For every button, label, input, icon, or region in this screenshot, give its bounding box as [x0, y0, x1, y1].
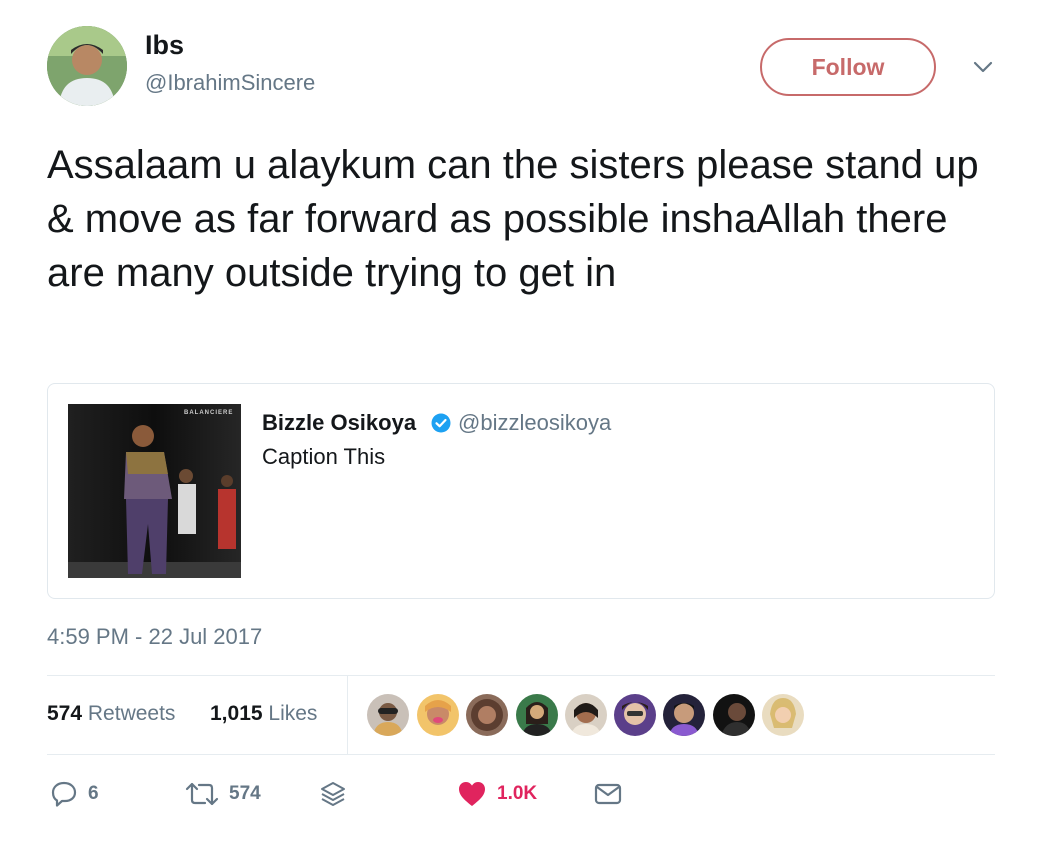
- follow-button[interactable]: Follow: [760, 38, 936, 96]
- direct-message-button[interactable]: [594, 778, 622, 810]
- stats-divider: [347, 676, 348, 754]
- divider: [47, 675, 995, 676]
- retweet-icon: [185, 782, 219, 806]
- quoted-photo: [68, 404, 241, 578]
- retweets-count: 574: [47, 702, 83, 725]
- retweet-button[interactable]: 574: [185, 778, 261, 810]
- like-count: 1.0K: [497, 783, 538, 804]
- heart-icon: [459, 782, 485, 806]
- reply-button[interactable]: 6: [50, 778, 99, 810]
- liker-avatar[interactable]: [417, 694, 459, 736]
- add-to-moment-button[interactable]: [318, 778, 348, 810]
- like-button[interactable]: 1.0K: [457, 778, 537, 810]
- liker-avatar[interactable]: [762, 694, 804, 736]
- liker-avatar[interactable]: [663, 694, 705, 736]
- likes-stat[interactable]: 1,015 Likes: [210, 702, 317, 726]
- reply-count: 6: [88, 783, 99, 804]
- liker-avatar[interactable]: [516, 694, 558, 736]
- reply-icon: [51, 781, 77, 807]
- divider: [47, 754, 995, 755]
- liker-avatar[interactable]: [614, 694, 656, 736]
- envelope-icon: [594, 783, 622, 805]
- verified-icon: [431, 413, 451, 433]
- quoted-tweet-image[interactable]: BALANCIERE: [68, 404, 241, 578]
- likes-label: Likes: [268, 702, 318, 725]
- quoted-author-handle[interactable]: @bizzleosikoya: [458, 410, 611, 436]
- author-display-name[interactable]: Ibs: [145, 30, 184, 61]
- liker-avatar[interactable]: [565, 694, 607, 736]
- retweets-stat[interactable]: 574 Retweets: [47, 702, 175, 726]
- tweet-timestamp[interactable]: 4:59 PM - 22 Jul 2017: [47, 624, 262, 650]
- liker-avatar[interactable]: [367, 694, 409, 736]
- likes-count: 1,015: [210, 702, 263, 725]
- tweet-text: Assalaam u alaykum can the sisters pleas…: [47, 143, 979, 295]
- author-avatar[interactable]: [47, 26, 127, 106]
- retweet-count: 574: [229, 783, 261, 804]
- quoted-author-name[interactable]: Bizzle Osikoya: [262, 410, 416, 436]
- chevron-down-icon[interactable]: [970, 56, 996, 78]
- stack-icon: [321, 782, 345, 806]
- author-handle[interactable]: @IbrahimSincere: [145, 70, 315, 96]
- quoted-tweet-text: Caption This: [262, 444, 386, 469]
- avatar-photo: [47, 26, 127, 106]
- liker-avatar[interactable]: [713, 694, 755, 736]
- liker-avatar[interactable]: [466, 694, 508, 736]
- retweets-label: Retweets: [87, 702, 176, 725]
- image-watermark: BALANCIERE: [184, 410, 234, 416]
